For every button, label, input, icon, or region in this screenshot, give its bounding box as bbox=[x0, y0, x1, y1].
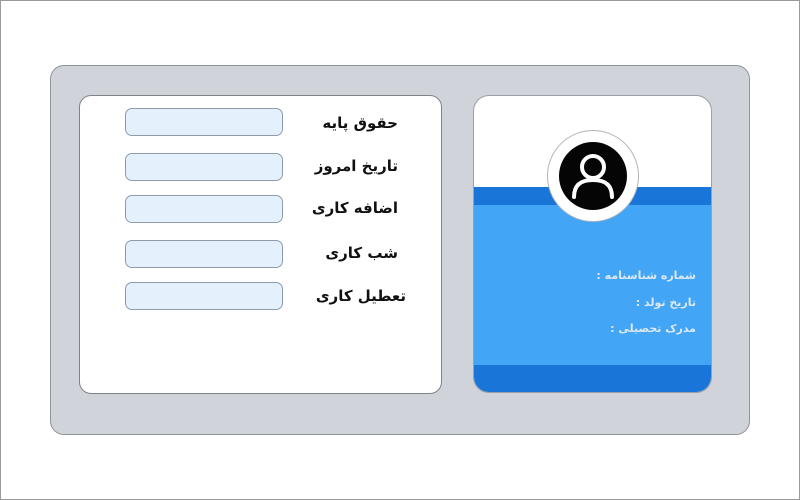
info-birth-date: تاریخ تولد : bbox=[635, 296, 696, 309]
today-date-label: تاریخ امروز bbox=[314, 157, 398, 175]
avatar[interactable] bbox=[547, 130, 639, 222]
today-date-input[interactable] bbox=[125, 153, 283, 181]
base-salary-label: حقوق پایه bbox=[322, 114, 398, 132]
profile-card-body bbox=[474, 205, 711, 365]
holiday-work-label: تعطیل کاری bbox=[315, 287, 406, 305]
form-row-night-shift: شب کاری bbox=[80, 240, 441, 272]
profile-card: شماره شناسنامه : تاریخ تولد : مدرک تحصیل… bbox=[473, 95, 712, 393]
night-shift-label: شب کاری bbox=[325, 244, 398, 262]
salary-form-card: حقوق پایه تاریخ امروز اضافه کاری شب کاری… bbox=[79, 95, 442, 394]
overtime-input[interactable] bbox=[125, 195, 283, 223]
form-row-holiday-work: تعطیل کاری bbox=[80, 282, 441, 314]
holiday-work-input[interactable] bbox=[125, 282, 283, 310]
profile-card-bottom-band bbox=[474, 365, 711, 392]
form-row-overtime: اضافه کاری bbox=[80, 195, 441, 227]
info-education-degree: مدرک تحصیلی : bbox=[610, 322, 696, 335]
night-shift-input[interactable] bbox=[125, 240, 283, 268]
form-row-base-salary: حقوق پایه bbox=[80, 108, 441, 140]
info-birth-certificate-number: شماره شناسنامه : bbox=[596, 269, 696, 282]
base-salary-input[interactable] bbox=[125, 108, 283, 136]
overtime-label: اضافه کاری bbox=[311, 199, 398, 217]
user-circle-icon bbox=[559, 142, 627, 210]
form-row-today-date: تاریخ امروز bbox=[80, 153, 441, 185]
